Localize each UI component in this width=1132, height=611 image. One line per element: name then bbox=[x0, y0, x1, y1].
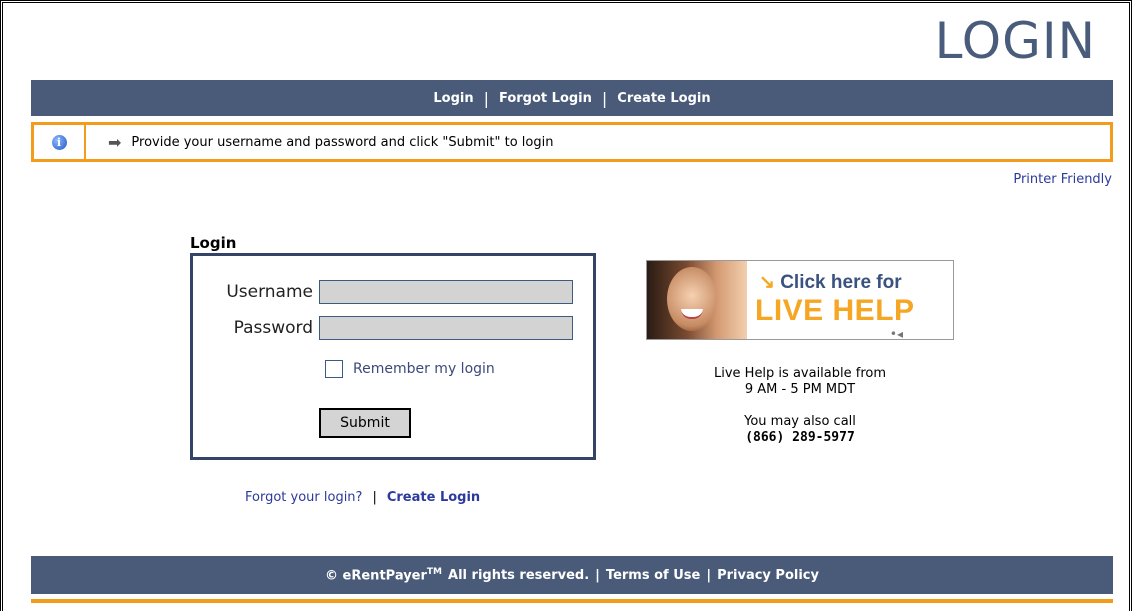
banner-dots: •◂ bbox=[889, 327, 903, 340]
login-form: Username Password Remember my login Subm… bbox=[190, 253, 596, 460]
nav-login-link[interactable]: Login bbox=[433, 91, 473, 106]
terms-of-use-link[interactable]: Terms of Use bbox=[606, 568, 700, 583]
info-icon: i bbox=[51, 134, 67, 150]
page-title: LOGIN bbox=[934, 12, 1096, 70]
password-label: Password bbox=[233, 318, 313, 338]
footer-separator: | bbox=[595, 567, 600, 583]
footer: © eRentPayerTM All rights reserved. | Te… bbox=[31, 556, 1113, 594]
nav-separator: | bbox=[483, 88, 489, 108]
arrow-right-icon: ➡ bbox=[108, 132, 122, 152]
footer-copyright: © eRentPayerTM bbox=[325, 567, 442, 583]
live-help-title: LIVE HELP bbox=[755, 294, 915, 327]
submit-button[interactable]: Submit bbox=[319, 408, 411, 438]
username-input[interactable] bbox=[319, 280, 573, 304]
arrow-down-right-icon: ↘ bbox=[759, 272, 775, 293]
footer-separator: | bbox=[706, 567, 712, 583]
nav-forgot-login-link[interactable]: Forgot Login bbox=[499, 91, 592, 106]
support-agent-photo bbox=[647, 261, 747, 339]
create-login-link[interactable]: Create Login bbox=[387, 490, 480, 505]
call-text: You may also call bbox=[744, 414, 856, 429]
footer-rights: All rights reserved. bbox=[448, 567, 590, 583]
nav-separator: | bbox=[601, 88, 608, 108]
printer-friendly-link[interactable]: Printer Friendly bbox=[1013, 172, 1112, 187]
live-help-info: Live Help is available from 9 AM - 5 PM … bbox=[646, 366, 954, 446]
remember-login-row: Remember my login bbox=[325, 360, 495, 378]
info-message-bar: i ➡ Provide your username and password a… bbox=[31, 122, 1113, 162]
nav-create-login-link[interactable]: Create Login bbox=[617, 91, 710, 106]
username-row: Username bbox=[193, 280, 573, 304]
live-help-banner[interactable]: ↘ Click here for LIVE HELP •◂ bbox=[646, 260, 954, 340]
agent-face bbox=[667, 267, 717, 331]
remember-login-checkbox[interactable] bbox=[325, 360, 343, 378]
info-message-text: Provide your username and password and c… bbox=[131, 134, 554, 150]
login-help-links: Forgot your login? | Create Login bbox=[245, 490, 480, 505]
remember-login-label[interactable]: Remember my login bbox=[353, 361, 495, 377]
live-help-click-label: Click here for bbox=[780, 272, 902, 293]
info-message: ➡ Provide your username and password and… bbox=[108, 133, 553, 152]
footer-accent-line bbox=[31, 599, 1113, 603]
privacy-policy-link[interactable]: Privacy Policy bbox=[717, 568, 819, 583]
forgot-login-link[interactable]: Forgot your login? bbox=[245, 490, 362, 505]
password-input[interactable] bbox=[319, 316, 573, 340]
username-label: Username bbox=[226, 282, 313, 302]
info-icon-cell: i bbox=[34, 125, 86, 159]
availability-line-2: 9 AM - 5 PM MDT bbox=[744, 382, 856, 397]
login-heading: Login bbox=[190, 234, 237, 252]
top-nav: Login | Forgot Login | Create Login bbox=[31, 80, 1113, 116]
availability-line-1: Live Help is available from bbox=[713, 366, 887, 381]
trademark: TM bbox=[426, 566, 443, 577]
live-help-click-text: ↘ Click here for bbox=[759, 271, 902, 294]
links-separator: | bbox=[372, 490, 377, 505]
password-row: Password bbox=[193, 316, 573, 340]
copyright-text: © eRentPayer bbox=[325, 568, 427, 584]
phone-number: (866) 289-5977 bbox=[745, 430, 855, 445]
